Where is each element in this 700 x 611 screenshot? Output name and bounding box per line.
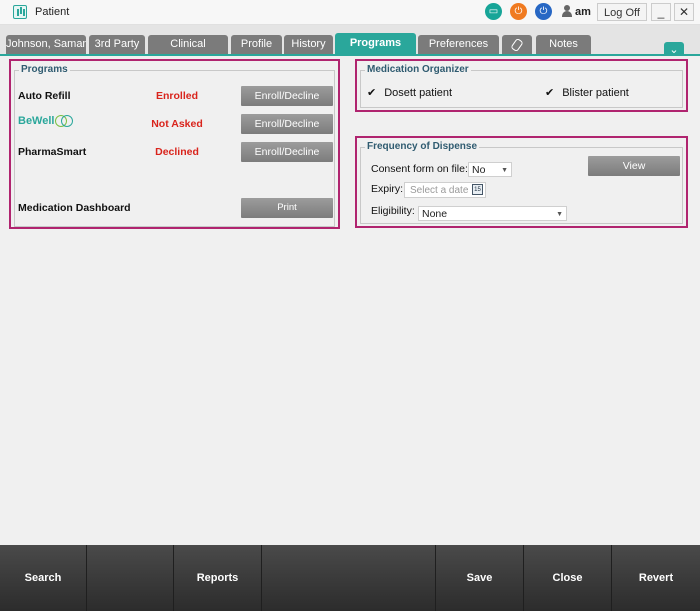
app-icon bbox=[13, 5, 27, 19]
expiry-label: Expiry: bbox=[371, 183, 404, 195]
medication-dashboard-label: Medication Dashboard bbox=[18, 202, 131, 214]
tab-history[interactable]: History bbox=[284, 35, 333, 54]
auto-refill-label: Auto Refill bbox=[18, 90, 71, 102]
auto-refill-status: Enrolled bbox=[155, 90, 198, 102]
eligibility-label: Eligibility: bbox=[371, 205, 415, 217]
expiry-placeholder: Select a date bbox=[410, 185, 469, 196]
bewell-logo-text: BeWell bbox=[18, 115, 55, 127]
medication-organizer-legend: Medication Organizer bbox=[365, 64, 471, 75]
pharmasmart-enroll-button[interactable]: Enroll/Decline bbox=[241, 142, 333, 162]
reports-button[interactable]: Reports bbox=[174, 545, 262, 611]
tab-clinical[interactable]: Clinical bbox=[148, 35, 228, 54]
logoff-button[interactable]: Log Off bbox=[597, 3, 647, 21]
tab-programs[interactable]: Programs bbox=[335, 33, 416, 54]
dosett-label: Dosett patient bbox=[384, 87, 453, 99]
consent-label: Consent form on file: bbox=[371, 163, 468, 175]
revert-button[interactable]: Revert bbox=[612, 545, 700, 611]
footer-empty-slot[interactable] bbox=[87, 545, 174, 611]
bewell-logo: BeWell bbox=[18, 115, 74, 128]
dosett-check-icon: ✔ bbox=[367, 87, 377, 99]
close-button[interactable]: Close bbox=[524, 545, 612, 611]
footer-toolbar: Search Reports Save Close Revert bbox=[0, 545, 700, 611]
blister-label: Blister patient bbox=[562, 87, 629, 99]
auto-refill-enroll-button[interactable]: Enroll/Decline bbox=[241, 86, 333, 106]
consent-select[interactable]: No ▼ bbox=[468, 162, 512, 177]
bewell-enroll-button[interactable]: Enroll/Decline bbox=[241, 114, 333, 134]
calendar-icon[interactable]: 15 bbox=[472, 184, 483, 195]
paperclip-icon bbox=[510, 37, 524, 53]
eligibility-value: None bbox=[422, 208, 448, 220]
logout-power-icon[interactable]: ⏻ bbox=[535, 3, 552, 20]
dosett-checkbox[interactable]: ✔ Dosett patient bbox=[367, 86, 452, 99]
eligibility-select[interactable]: None ▼ bbox=[418, 206, 567, 221]
tab-strip: Johnson, Saman 3rd Party Clinical Profil… bbox=[0, 25, 700, 58]
tab-notes[interactable]: Notes bbox=[536, 35, 591, 54]
tab-3rd-party[interactable]: 3rd Party bbox=[89, 35, 145, 54]
chevron-down-icon: ▼ bbox=[501, 167, 508, 174]
programs-legend: Programs bbox=[19, 64, 70, 75]
expiry-date-input[interactable]: Select a date 15 bbox=[404, 182, 486, 198]
footer-empty-slot[interactable] bbox=[262, 545, 436, 611]
pharmasmart-label: PharmaSmart bbox=[18, 146, 87, 158]
programs-fieldset: Programs Auto Refill Enrolled Enroll/Dec… bbox=[14, 64, 335, 227]
bewell-status: Not Asked bbox=[151, 118, 203, 130]
frequency-legend: Frequency of Dispense bbox=[365, 141, 480, 152]
tab-preferences[interactable]: Preferences bbox=[418, 35, 499, 54]
monitor-icon[interactable]: ▭ bbox=[485, 3, 502, 20]
user-icon bbox=[561, 5, 572, 18]
minimize-button[interactable]: _ bbox=[651, 3, 671, 21]
consent-value: No bbox=[472, 164, 486, 176]
medication-organizer-fieldset: Medication Organizer ✔ Dosett patient ✔ Bl… bbox=[360, 64, 683, 108]
view-button[interactable]: View bbox=[588, 156, 680, 176]
window-title: Patient bbox=[35, 6, 70, 18]
print-button[interactable]: Print bbox=[241, 198, 333, 218]
frequency-fieldset: Frequency of Dispense Consent form on fi… bbox=[360, 141, 683, 224]
user-name: am bbox=[575, 6, 591, 18]
programs-highlight: Programs Auto Refill Enrolled Enroll/Dec… bbox=[9, 59, 340, 229]
title-bar: Patient ▭ ⏻ ⏻ am Log Off _ ✕ bbox=[0, 0, 700, 25]
blister-checkbox[interactable]: ✔ Blister patient bbox=[545, 86, 629, 99]
save-button[interactable]: Save bbox=[436, 545, 524, 611]
programs-content: Programs Auto Refill Enrolled Enroll/Dec… bbox=[0, 56, 700, 545]
tab-attachments[interactable] bbox=[502, 35, 532, 54]
chevron-down-icon: ▼ bbox=[556, 211, 563, 218]
tab-profile[interactable]: Profile bbox=[231, 35, 282, 54]
bewell-rings-icon bbox=[55, 115, 74, 128]
pharmasmart-status: Declined bbox=[155, 146, 199, 158]
medication-organizer-highlight: Medication Organizer ✔ Dosett patient ✔ Bl… bbox=[355, 59, 688, 112]
power-icon[interactable]: ⏻ bbox=[510, 3, 527, 20]
tab-patient-name[interactable]: Johnson, Saman bbox=[6, 35, 86, 54]
close-window-button[interactable]: ✕ bbox=[674, 3, 694, 21]
frequency-highlight: Frequency of Dispense Consent form on fi… bbox=[355, 136, 688, 228]
search-button[interactable]: Search bbox=[0, 545, 87, 611]
blister-check-icon: ✔ bbox=[545, 87, 555, 99]
